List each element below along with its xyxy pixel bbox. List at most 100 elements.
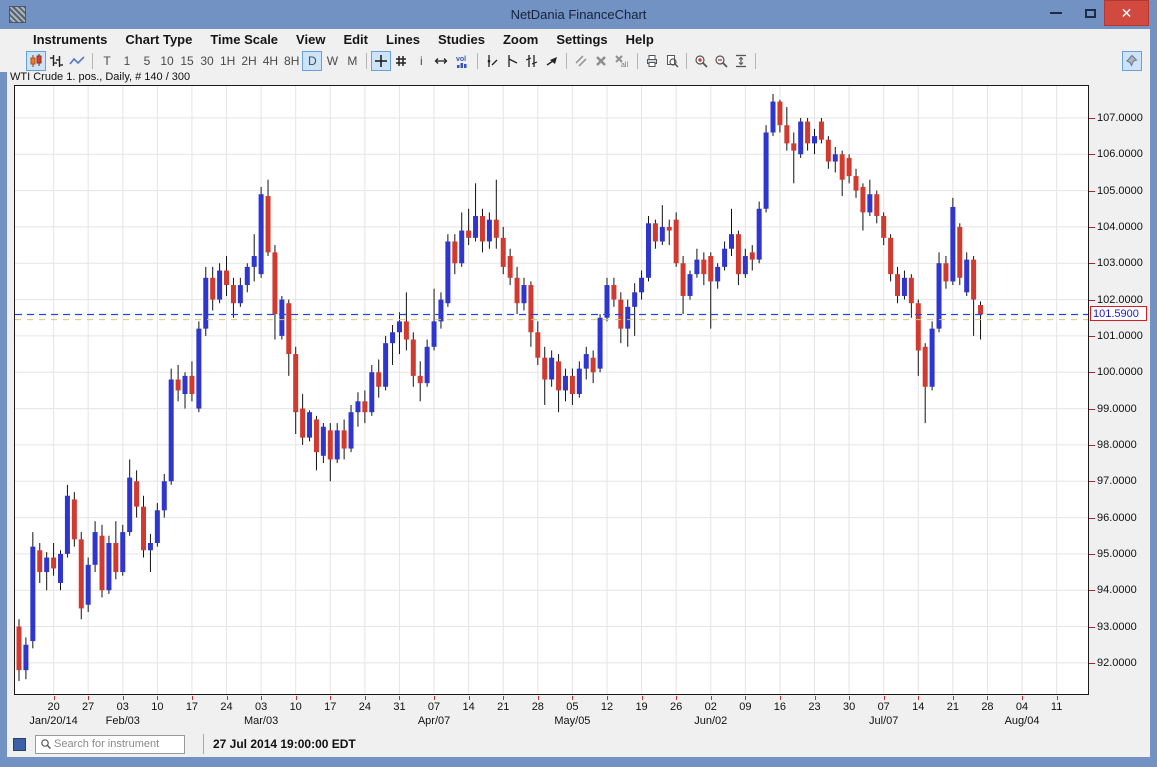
timescale-5min-button[interactable]: 5 — [137, 51, 157, 71]
time-axis[interactable]: 20Jan/20/142703Feb/0310172403Mar/0310172… — [0, 695, 1150, 731]
grid-button[interactable] — [391, 51, 411, 71]
parallel-channel-tool-button[interactable] — [522, 51, 542, 71]
time-tick — [330, 696, 331, 700]
price-axis-label: 105.0000 — [1097, 185, 1143, 197]
time-axis-day-label: 02 — [705, 701, 717, 713]
timescale-4h-button[interactable]: 4H — [260, 51, 281, 71]
time-tick — [676, 696, 677, 700]
time-axis-day-label: 10 — [290, 701, 302, 713]
menu-item-studies[interactable]: Studies — [429, 29, 494, 50]
price-axis-label: 107.0000 — [1097, 112, 1143, 124]
menu-item-instruments[interactable]: Instruments — [24, 29, 116, 50]
time-tick — [365, 696, 366, 700]
ohlc-chart-button[interactable] — [46, 51, 66, 71]
toolbar-separator — [366, 53, 367, 69]
time-tick — [918, 696, 919, 700]
price-axis-label: 93.0000 — [1097, 621, 1137, 633]
menu-item-edit[interactable]: Edit — [334, 29, 377, 50]
time-tick — [399, 696, 400, 700]
price-tick — [1089, 627, 1095, 628]
instrument-search-box[interactable] — [35, 735, 185, 754]
time-tick — [1057, 696, 1058, 700]
candlestick-chart — [15, 86, 1088, 694]
delete-line-button[interactable] — [591, 51, 611, 71]
time-tick — [1022, 696, 1023, 700]
timescale-30min-button[interactable]: 30 — [197, 51, 217, 71]
crosshair-button[interactable] — [371, 51, 391, 71]
zoom-in-button[interactable] — [691, 51, 711, 71]
menu-item-lines[interactable]: Lines — [377, 29, 429, 50]
menu-item-help[interactable]: Help — [617, 29, 663, 50]
close-button[interactable]: ✕ — [1104, 0, 1149, 26]
timescale-8h-button[interactable]: 8H — [281, 51, 302, 71]
minimize-button[interactable] — [1042, 0, 1070, 26]
toolbar-separator — [477, 53, 478, 69]
candlestick-chart-button[interactable] — [26, 51, 46, 71]
zoom-out-button[interactable] — [711, 51, 731, 71]
menu-item-time-scale[interactable]: Time Scale — [201, 29, 287, 50]
toolbar-separator — [566, 53, 567, 69]
toolbar-separator — [755, 53, 756, 69]
timescale-1min-button[interactable]: 1 — [117, 51, 137, 71]
time-tick — [54, 696, 55, 700]
trend-line-tool-button[interactable] — [482, 51, 502, 71]
time-axis-month-label: Jun/02 — [694, 715, 727, 727]
price-tick — [1089, 481, 1095, 482]
time-axis-day-label: 07 — [878, 701, 890, 713]
menu-bar: InstrumentsChart TypeTime ScaleViewEditL… — [0, 29, 1150, 50]
price-axis-label: 95.0000 — [1097, 548, 1137, 560]
timescale-10min-button[interactable]: 10 — [157, 51, 177, 71]
price-tick — [1089, 590, 1095, 591]
menu-item-chart-type[interactable]: Chart Type — [116, 29, 201, 50]
timescale-daily-button[interactable]: D — [302, 51, 322, 71]
app-window: NetDania FinanceChart ✕ InstrumentsChart… — [0, 0, 1157, 767]
print-button[interactable] — [642, 51, 662, 71]
price-axis[interactable]: 107.0000106.0000105.0000104.0000103.0000… — [1089, 85, 1150, 695]
info-button[interactable]: i — [411, 51, 431, 71]
toolbar-separator — [92, 53, 93, 69]
timescale-tick-button[interactable]: T — [97, 51, 117, 71]
time-axis-day-label: 31 — [393, 701, 405, 713]
delete-all-lines-button[interactable]: all — [611, 51, 633, 71]
price-axis-label: 100.0000 — [1097, 366, 1143, 378]
trend-channel-tool-button[interactable] — [502, 51, 522, 71]
menu-item-view[interactable]: View — [287, 29, 334, 50]
time-axis-day-label: 16 — [774, 701, 786, 713]
line-chart-button[interactable] — [66, 51, 88, 71]
time-axis-day-label: 10 — [151, 701, 163, 713]
timescale-weekly-button[interactable]: W — [322, 51, 342, 71]
time-axis-day-label: 19 — [635, 701, 647, 713]
status-separator — [203, 734, 204, 754]
price-tick — [1089, 118, 1095, 119]
maximize-button[interactable] — [1076, 0, 1104, 26]
pin-window-button[interactable] — [1122, 51, 1142, 71]
time-tick — [296, 696, 297, 700]
time-axis-day-label: 27 — [82, 701, 94, 713]
price-axis-label: 106.0000 — [1097, 148, 1143, 160]
horizontal-scale-button[interactable] — [431, 51, 451, 71]
menu-item-settings[interactable]: Settings — [547, 29, 616, 50]
menu-item-zoom[interactable]: Zoom — [494, 29, 547, 50]
fit-vertical-button[interactable] — [731, 51, 751, 71]
arrow-tool-button[interactable] — [542, 51, 562, 71]
chart-plot-area[interactable] — [14, 85, 1089, 695]
close-icon: ✕ — [1121, 6, 1133, 20]
time-axis-day-label: 04 — [1016, 701, 1028, 713]
volume-button[interactable]: vol — [451, 51, 473, 71]
timestamp-label: 27 Jul 2014 19:00:00 EDT — [213, 737, 356, 751]
time-axis-day-label: 14 — [463, 701, 475, 713]
timescale-monthly-button[interactable]: M — [342, 51, 362, 71]
search-input[interactable] — [52, 737, 170, 751]
price-tick — [1089, 154, 1095, 155]
time-axis-day-label: 09 — [739, 701, 751, 713]
price-tick — [1089, 445, 1095, 446]
print-preview-button[interactable] — [662, 51, 682, 71]
time-tick — [123, 696, 124, 700]
timescale-1h-button[interactable]: 1H — [217, 51, 238, 71]
timescale-15min-button[interactable]: 15 — [177, 51, 197, 71]
time-tick — [227, 696, 228, 700]
toolbar-separator — [637, 53, 638, 69]
parallel-lines-button[interactable] — [571, 51, 591, 71]
timescale-2h-button[interactable]: 2H — [238, 51, 259, 71]
time-axis-day-label: 03 — [117, 701, 129, 713]
